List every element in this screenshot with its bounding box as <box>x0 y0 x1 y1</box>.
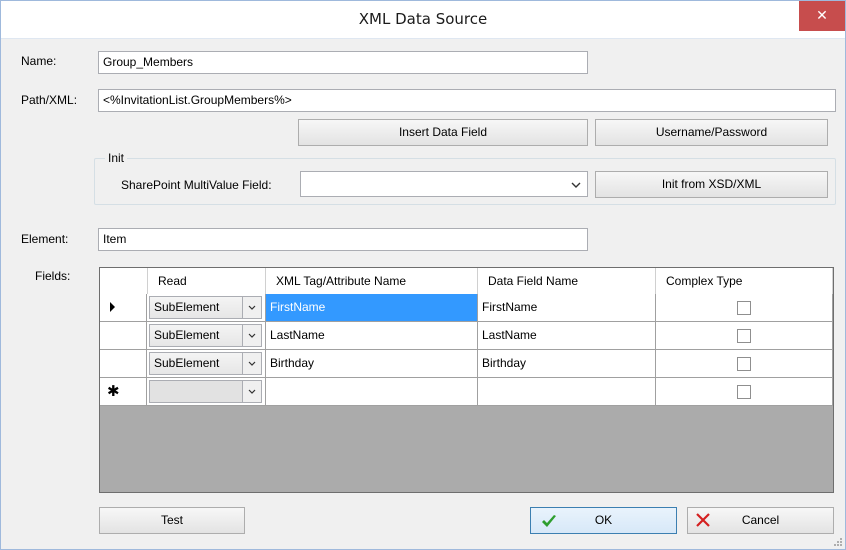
checkmark-icon <box>542 515 556 527</box>
column-header-complex-type[interactable]: Complex Type <box>656 268 833 294</box>
ok-button[interactable]: OK <box>530 507 677 534</box>
complex-type-cell[interactable] <box>656 294 833 322</box>
path-field[interactable]: <%InvitationList.GroupMembers%> <box>98 89 836 112</box>
test-button[interactable]: Test <box>99 507 245 534</box>
complex-type-checkbox[interactable] <box>737 357 751 371</box>
table-row[interactable]: SubElement Birthday Birthday <box>100 350 833 378</box>
grid-corner-cell <box>100 268 148 294</box>
read-select[interactable]: SubElement <box>149 324 262 347</box>
read-cell[interactable]: SubElement <box>147 294 266 322</box>
chevron-down-icon[interactable] <box>242 381 261 402</box>
close-button[interactable]: ✕ <box>799 1 845 31</box>
chevron-down-icon[interactable] <box>242 297 261 318</box>
column-header-xml-tag[interactable]: XML Tag/Attribute Name <box>266 268 478 294</box>
complex-type-cell[interactable] <box>656 350 833 378</box>
fields-grid[interactable]: Read XML Tag/Attribute Name Data Field N… <box>99 267 834 493</box>
row-header[interactable]: ✱ <box>100 378 147 406</box>
name-label: Name: <box>21 54 57 68</box>
xml-data-source-dialog: XML Data Source ✕ Name: Group_Members Pa… <box>0 0 846 550</box>
xml-tag-cell[interactable]: LastName <box>266 322 478 350</box>
read-cell[interactable]: SubElement <box>147 322 266 350</box>
data-field-cell[interactable] <box>478 378 656 406</box>
xml-tag-cell[interactable]: FirstName <box>266 294 478 322</box>
data-field-cell[interactable]: Birthday <box>478 350 656 378</box>
complex-type-checkbox[interactable] <box>737 385 751 399</box>
complex-type-checkbox[interactable] <box>737 301 751 315</box>
new-row-icon: ✱ <box>107 382 120 400</box>
element-field[interactable]: Item <box>98 228 588 251</box>
data-field-cell[interactable]: FirstName <box>478 294 656 322</box>
resize-grip-icon[interactable] <box>833 537 843 547</box>
name-field[interactable]: Group_Members <box>98 51 588 74</box>
data-field-cell[interactable]: LastName <box>478 322 656 350</box>
read-value: SubElement <box>154 300 220 314</box>
init-from-xsd-button[interactable]: Init from XSD/XML <box>595 171 828 198</box>
table-row[interactable]: SubElement FirstName FirstName <box>100 294 833 322</box>
complex-type-checkbox[interactable] <box>737 329 751 343</box>
read-select[interactable]: SubElement <box>149 296 262 319</box>
read-select[interactable]: SubElement <box>149 352 262 375</box>
cancel-x-icon <box>696 513 710 527</box>
path-label: Path/XML: <box>21 93 78 107</box>
title-bar[interactable]: XML Data Source ✕ <box>1 1 845 39</box>
column-header-read[interactable]: Read <box>148 268 266 294</box>
cancel-button-label: Cancel <box>741 513 780 527</box>
new-row[interactable]: ✱ <box>100 378 833 406</box>
row-header[interactable] <box>100 294 147 322</box>
cancel-button[interactable]: Cancel <box>687 507 834 534</box>
read-cell[interactable]: SubElement <box>147 350 266 378</box>
grid-header: Read XML Tag/Attribute Name Data Field N… <box>100 268 833 294</box>
row-header[interactable] <box>100 322 147 350</box>
complex-type-cell[interactable] <box>656 322 833 350</box>
read-value: SubElement <box>154 356 220 370</box>
chevron-down-icon[interactable] <box>242 353 261 374</box>
read-cell[interactable] <box>147 378 266 406</box>
xml-tag-cell[interactable] <box>266 378 478 406</box>
chevron-down-icon[interactable] <box>242 325 261 346</box>
username-password-button[interactable]: Username/Password <box>595 119 828 146</box>
chevron-down-icon[interactable] <box>565 172 587 196</box>
fields-label: Fields: <box>35 269 71 283</box>
sharepoint-field-label: SharePoint MultiValue Field: <box>121 178 272 192</box>
element-label: Element: <box>21 232 69 246</box>
row-header[interactable] <box>100 350 147 378</box>
complex-type-cell[interactable] <box>656 378 833 406</box>
table-row[interactable]: SubElement LastName LastName <box>100 322 833 350</box>
column-header-data-field[interactable]: Data Field Name <box>478 268 656 294</box>
read-value: SubElement <box>154 328 220 342</box>
read-select[interactable] <box>149 380 262 403</box>
current-row-icon <box>110 302 115 312</box>
xml-tag-cell[interactable]: Birthday <box>266 350 478 378</box>
sharepoint-field-select[interactable] <box>300 171 588 197</box>
window-title: XML Data Source <box>358 10 488 28</box>
insert-data-field-button[interactable]: Insert Data Field <box>298 119 588 146</box>
init-group-legend: Init <box>105 151 128 165</box>
ok-button-label: OK <box>594 513 613 527</box>
